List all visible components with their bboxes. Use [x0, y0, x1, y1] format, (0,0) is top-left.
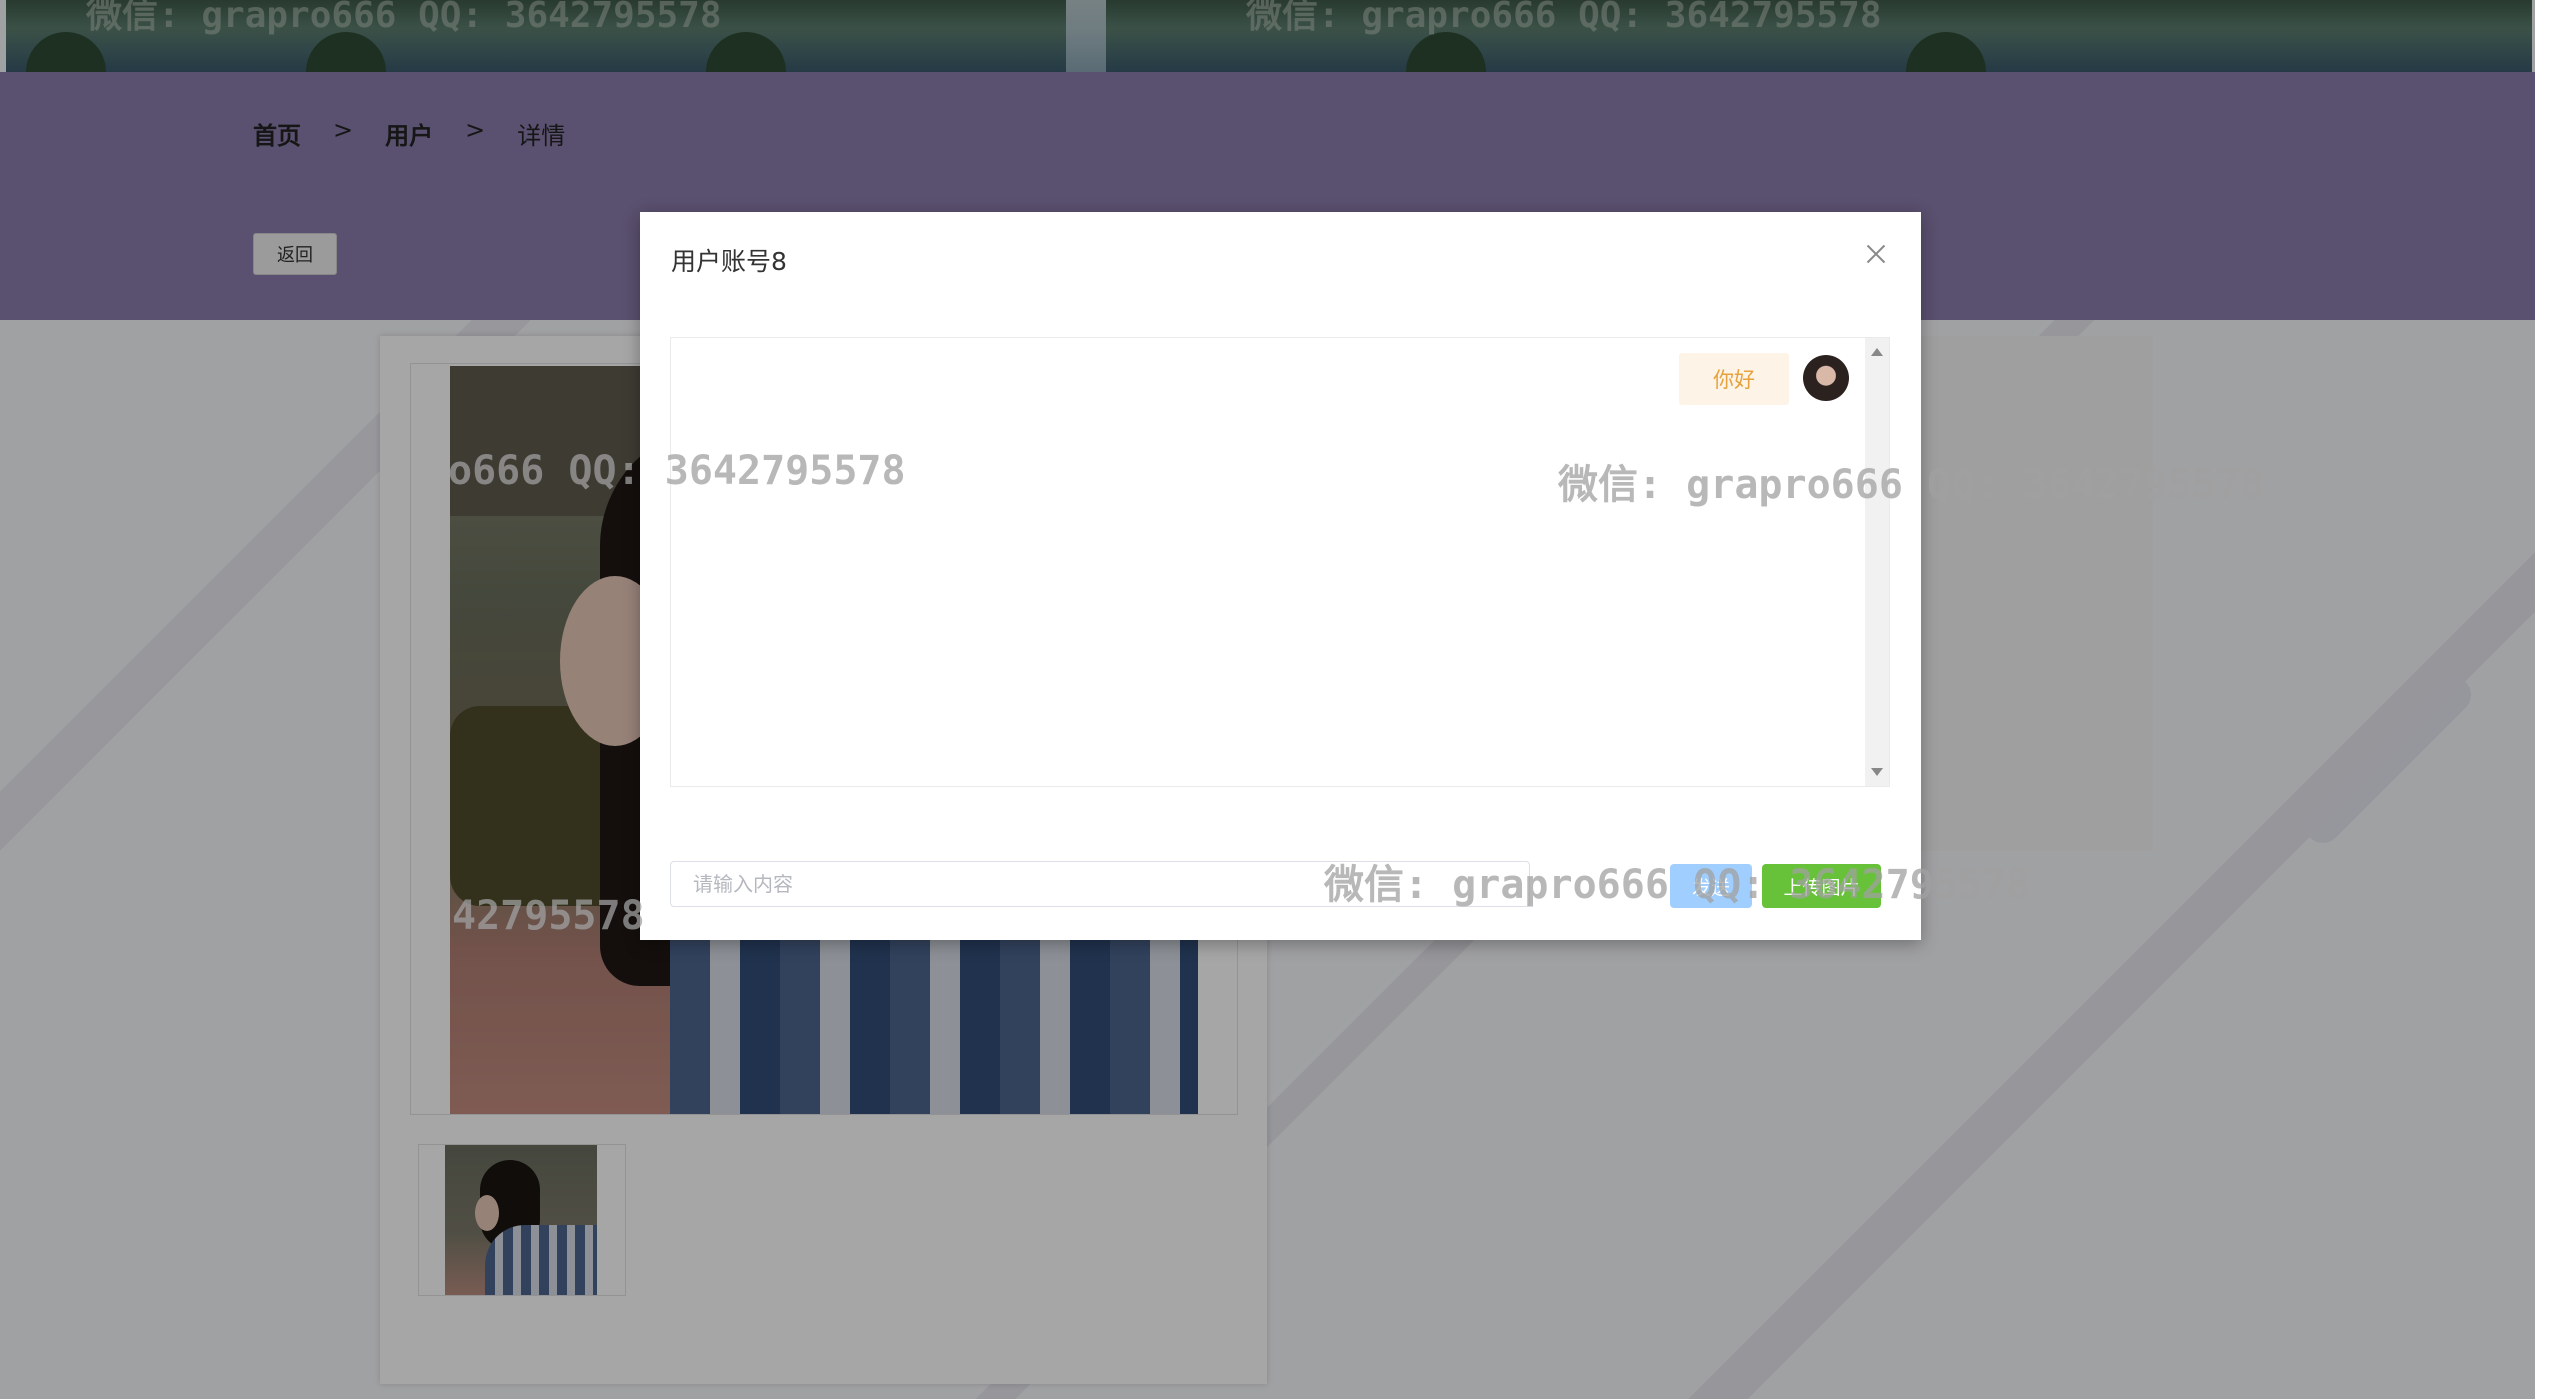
chat-dialog: 用户账号8 你好 发送 上传图片 [640, 212, 1921, 940]
page-right-edge [2535, 0, 2559, 1399]
close-icon[interactable] [1864, 242, 1888, 266]
chat-input[interactable] [670, 861, 1530, 907]
chat-scrollbar[interactable] [1865, 338, 1889, 786]
avatar [1803, 355, 1849, 401]
dialog-title: 用户账号8 [671, 247, 787, 276]
chat-message-bubble: 你好 [1679, 353, 1789, 405]
scroll-down-icon[interactable] [1871, 768, 1883, 776]
chat-message-area[interactable]: 你好 [670, 337, 1890, 787]
scroll-up-icon[interactable] [1871, 348, 1883, 356]
send-button[interactable]: 发送 [1670, 864, 1752, 908]
upload-image-button[interactable]: 上传图片 [1762, 864, 1881, 908]
